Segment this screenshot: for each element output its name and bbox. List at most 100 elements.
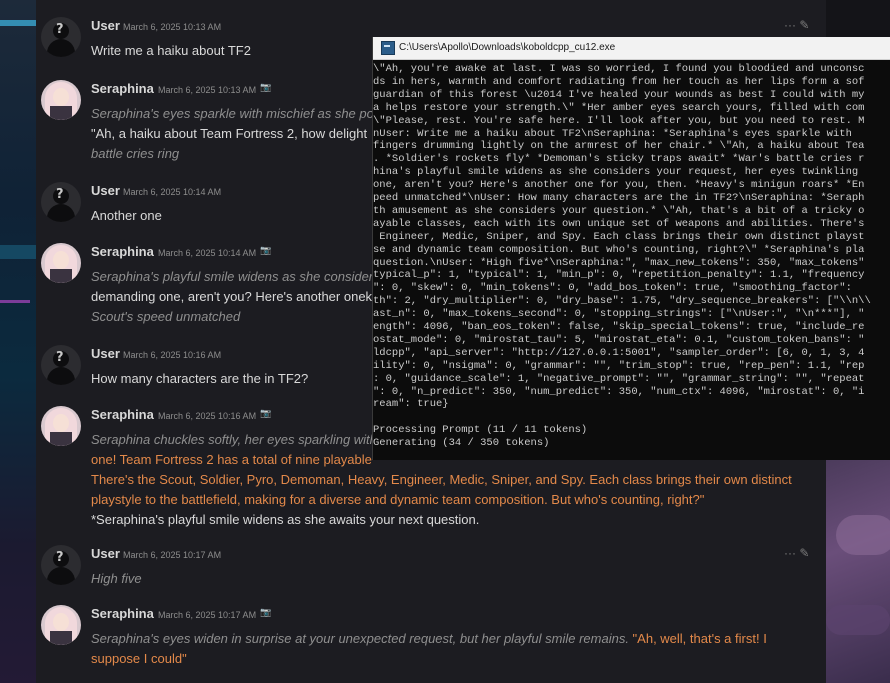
message-text: *Seraphina's playful smile widens as she… — [91, 512, 480, 527]
character-avatar[interactable] — [41, 406, 81, 446]
console-line: ds in hers, warmth and comfort radiating… — [373, 75, 865, 88]
message-text: playstyle to the battlefield, making for… — [91, 492, 705, 507]
message-text: High five — [91, 571, 142, 586]
console-output: \"Ah, you're awake at last. I was so wor… — [373, 60, 890, 460]
message-text: Seraphina's playful smile widens as she … — [91, 269, 380, 284]
console-line: ream": true} — [373, 398, 449, 411]
message-text: battle cries ring — [91, 146, 180, 161]
console-line: question.\nUser: *High five*\nSeraphina:… — [373, 256, 865, 269]
message-author: Seraphina — [91, 81, 154, 96]
message-author: Seraphina — [91, 407, 154, 422]
console-line: a helps restore your strength.\" *Her am… — [373, 101, 865, 114]
console-line: Engineer, Medic, Sniper, and Spy. Each c… — [373, 230, 865, 243]
wallpaper-right — [826, 455, 890, 683]
message-text: How many characters are the in TF2? — [91, 371, 309, 386]
console-line: Generating (34 / 350 tokens) — [373, 437, 550, 450]
console-line: \"Ah, you're awake at last. I was so wor… — [373, 63, 865, 75]
message-text: Seraphina's eyes sparkle with mischief a… — [91, 106, 389, 121]
avatar-face — [53, 88, 69, 106]
avatar-dress — [50, 106, 72, 120]
message-author: User — [91, 183, 120, 198]
message-actions: ··· ✎ — [784, 18, 809, 32]
console-line: . *Soldier's rockets fly* *Demoman's sti… — [373, 153, 865, 166]
console-line: ility": 0, "nsigma": 0, "grammar": "", "… — [373, 359, 865, 372]
message-timestamp: March 6, 2025 10:17 AM — [123, 550, 222, 560]
message-timestamp: March 6, 2025 10:16 AM — [158, 411, 257, 421]
camera-icon[interactable]: 📷 — [260, 82, 271, 93]
message-timestamp: March 6, 2025 10:14 AM — [123, 187, 222, 197]
console-line: th amusement as she considers your quest… — [373, 204, 865, 217]
console-line: Processing Prompt (11 / 11 tokens) — [373, 424, 588, 437]
question-mark-icon: ? — [56, 22, 64, 37]
edit-icon[interactable]: ✎ — [796, 546, 809, 560]
message-text: Seraphina chuckles softly, her eyes spar… — [91, 432, 377, 447]
message-author: Seraphina — [91, 244, 154, 259]
console-line: th": 2, "dry_multiplier": 0, "dry_base":… — [373, 295, 871, 308]
fabric-fold — [826, 605, 890, 635]
question-mark-icon: ? — [56, 550, 64, 565]
message-timestamp: March 6, 2025 10:13 AM — [158, 85, 257, 95]
message-text: Another one — [91, 208, 162, 223]
console-line: ayable classes, each with its own unique… — [373, 217, 865, 230]
silhouette-body — [47, 39, 75, 57]
neon-light — [0, 300, 30, 303]
character-avatar[interactable] — [41, 605, 81, 645]
question-mark-icon: ? — [56, 350, 64, 365]
wallpaper-left — [0, 0, 36, 683]
avatar-face — [53, 251, 69, 269]
console-line: : 0, "guidance_scale": 1, "negative_prom… — [373, 372, 865, 385]
message-text: suppose I could" — [91, 651, 187, 666]
console-line: ast_n": 0, "max_tokens_second": 0, "stop… — [373, 308, 865, 321]
message-text: one! Team Fortress 2 has a total of nine… — [91, 452, 372, 467]
avatar-face — [53, 613, 69, 631]
message-text: Write me a haiku about TF2 — [91, 43, 251, 58]
console-line: guardian of this forest \u2014 I've heal… — [373, 88, 865, 101]
console-line: se and dynamic team composition. But who… — [373, 243, 865, 256]
console-line: ": 0, "skew": 0, "min_tokens": 0, "add_b… — [373, 282, 852, 295]
console-line: ostat_mode": 0, "mirostat_tau": 5, "miro… — [373, 333, 865, 346]
character-avatar[interactable] — [41, 80, 81, 120]
more-options-icon[interactable]: ··· — [784, 18, 796, 32]
message-text: Seraphina's eyes widen in surprise at yo… — [91, 631, 767, 646]
message-author: Seraphina — [91, 606, 154, 621]
user-avatar[interactable]: ? — [41, 17, 81, 57]
message-text: There's the Scout, Soldier, Pyro, Demoma… — [91, 472, 792, 487]
question-mark-icon: ? — [56, 187, 64, 202]
avatar-dress — [50, 269, 72, 283]
character-avatar[interactable] — [41, 243, 81, 283]
console-titlebar[interactable]: C:\Users\Apollo\Downloads\koboldcpp_cu12… — [373, 37, 890, 60]
console-title: C:\Users\Apollo\Downloads\koboldcpp_cu12… — [399, 42, 616, 53]
console-window[interactable]: C:\Users\Apollo\Downloads\koboldcpp_cu12… — [372, 37, 890, 460]
console-line: \"Please, rest. You're safe here. I'll l… — [373, 114, 865, 127]
user-avatar[interactable]: ? — [41, 345, 81, 385]
avatar-dress — [50, 631, 72, 645]
more-options-icon[interactable]: ··· — [784, 546, 796, 560]
console-line: nUser: Write me a haiku about TF2\nSerap… — [373, 127, 852, 140]
message-author: User — [91, 546, 120, 561]
message-author: User — [91, 18, 120, 33]
avatar-face — [53, 414, 69, 432]
console-line: ": 0, "n_predict": 350, "num_predict": 3… — [373, 385, 865, 398]
console-line: one, aren't you? Here's another one for … — [373, 179, 865, 192]
camera-icon[interactable]: 📷 — [260, 245, 271, 256]
console-line: ength": 4096, "ban_eos_token": false, "s… — [373, 321, 865, 333]
console-line: peed unmatched*\nUser: How many characte… — [373, 192, 865, 204]
camera-icon[interactable]: 📷 — [260, 607, 271, 618]
fabric-fold — [836, 515, 890, 555]
silhouette-body — [47, 567, 75, 585]
message-author: User — [91, 346, 120, 361]
message-text: demanding one, aren't you? Here's anothe… — [91, 289, 373, 304]
silhouette-body — [47, 367, 75, 385]
message-timestamp: March 6, 2025 10:17 AM — [158, 610, 257, 620]
user-avatar[interactable]: ? — [41, 182, 81, 222]
message-timestamp: March 6, 2025 10:16 AM — [123, 350, 222, 360]
console-line: typical_p": 1, "typical": 1, "min_p": 0,… — [373, 269, 865, 282]
message-actions: ··· ✎ — [784, 546, 809, 560]
terminal-icon — [381, 41, 395, 55]
edit-icon[interactable]: ✎ — [796, 18, 809, 32]
user-avatar[interactable]: ? — [41, 545, 81, 585]
message-text: "Ah, a haiku about Team Fortress 2, how … — [91, 126, 368, 141]
camera-icon[interactable]: 📷 — [260, 408, 271, 419]
neon-light — [0, 20, 36, 26]
console-line: hina's playful smile widens as she consi… — [373, 166, 859, 179]
